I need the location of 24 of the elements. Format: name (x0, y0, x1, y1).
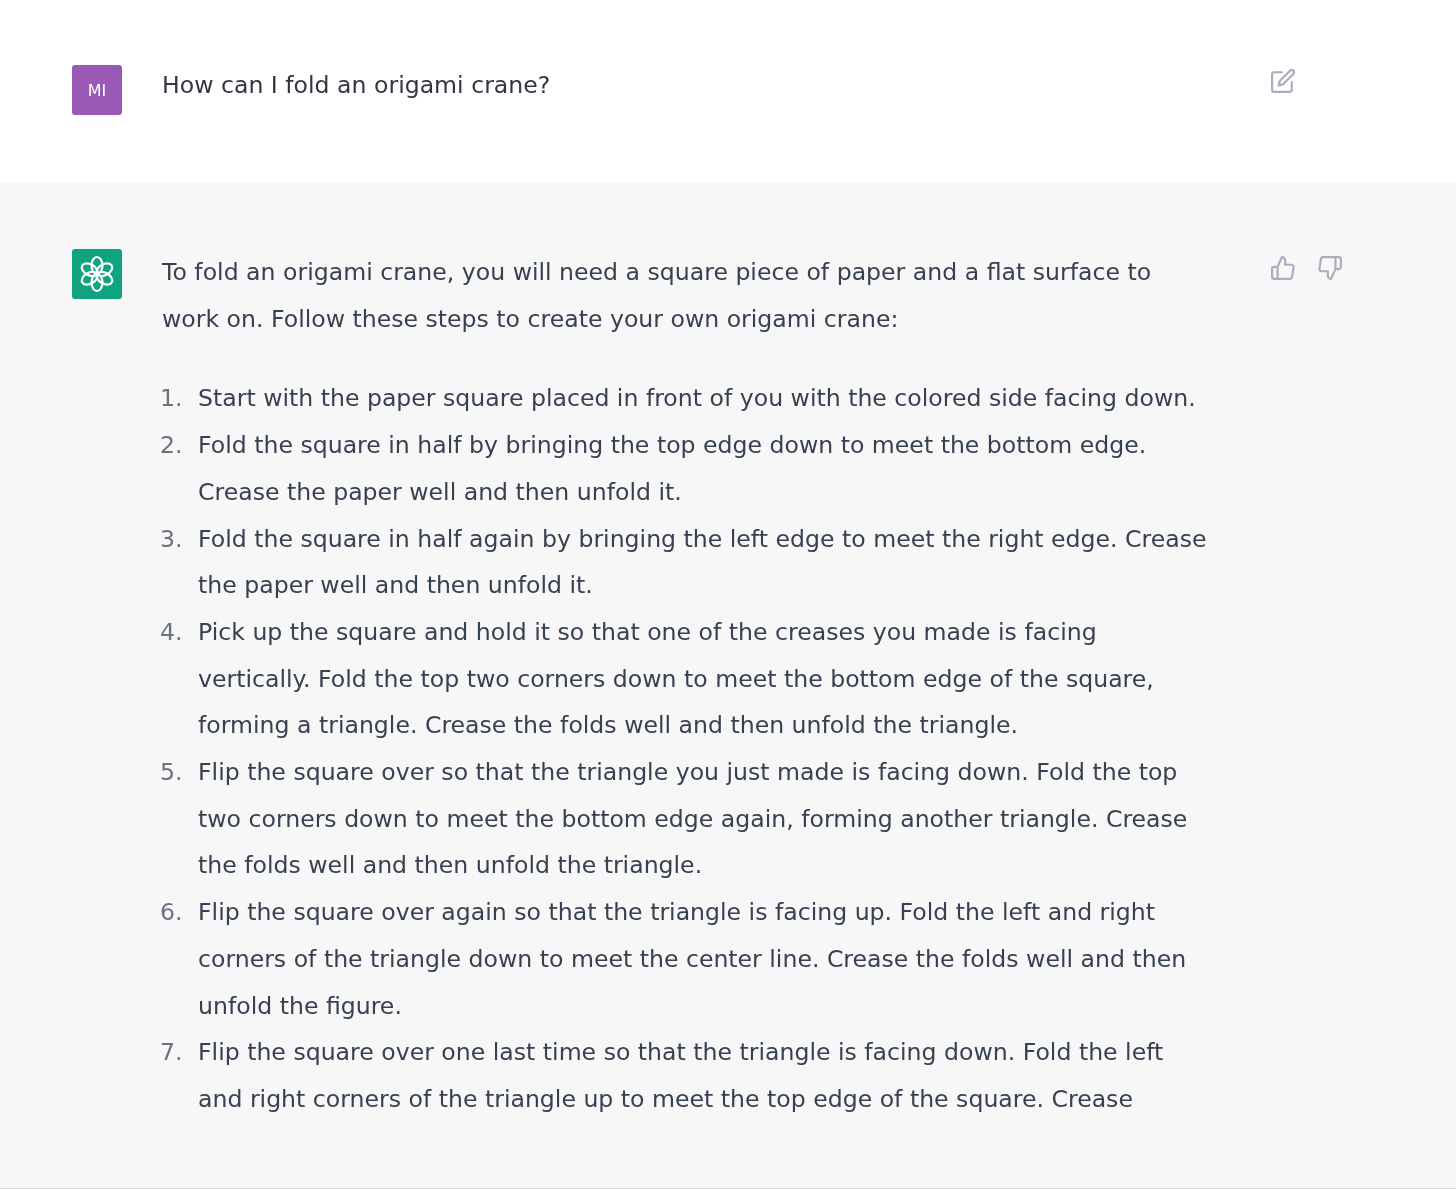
list-number: 6. (160, 897, 182, 929)
list-number: 2. (160, 430, 182, 462)
edit-icon (1271, 69, 1295, 93)
user-avatar: MI (72, 65, 122, 115)
edit-button[interactable] (1271, 69, 1295, 93)
thumbs-up-button[interactable] (1271, 256, 1295, 280)
list-item-text: Flip the square over again so that the triangle is facing up. Fold the left and right corners of the triangle down to meet the center line. Crease the folds well and then unfold the figure. (198, 897, 1188, 1022)
list-item-text: Start with the paper square placed in front of you with the colored side facing down. (198, 383, 1197, 415)
list-item-text: Pick up the square and hold it so that one of the creases you made is facing vertically. Fold the top two corners down to meet the bottom edge of the square, forming a triangle. Crease the folds well and then unfold the triangle. (198, 616, 1155, 742)
list-item-text: Flip the square over so that the triangle you just made is facing down. Fold the top two corners down to meet the bottom edge again, forming another triangle. Crease the folds well and then unfold the triangle. (198, 757, 1189, 882)
list-number: 3. (160, 523, 182, 555)
message-text: How can I fold an origami crane? (162, 70, 552, 101)
thumbs-down-icon (1318, 256, 1342, 280)
list-number: 5. (160, 757, 182, 789)
list-item-text: Fold the square in half by bringing the top edge down to meet the bottom edge. Crease the paper well and then unfold it. (198, 430, 1148, 508)
list-number: 7. (160, 1037, 182, 1069)
list-item-text: Fold the square in half again by bringing the left edge to meet the right edge. Crease the paper well and then unfold it. (198, 523, 1208, 602)
list-number: 1. (160, 383, 182, 415)
list-number: 4. (160, 616, 182, 648)
message-text: To fold an origami crane, you will need a square piece of paper and a flat surface to work on. Follow these steps to create your own origami crane: (162, 257, 1153, 335)
thumbs-down-button[interactable] (1318, 256, 1342, 280)
flower-logo-icon (72, 249, 122, 299)
thumbs-up-icon (1271, 256, 1295, 280)
list-item-text: Flip the square over one last time so that the triangle is facing down. Fold the left and right corners of the triangle up to meet the top edge of the square. Crease (198, 1037, 1165, 1115)
